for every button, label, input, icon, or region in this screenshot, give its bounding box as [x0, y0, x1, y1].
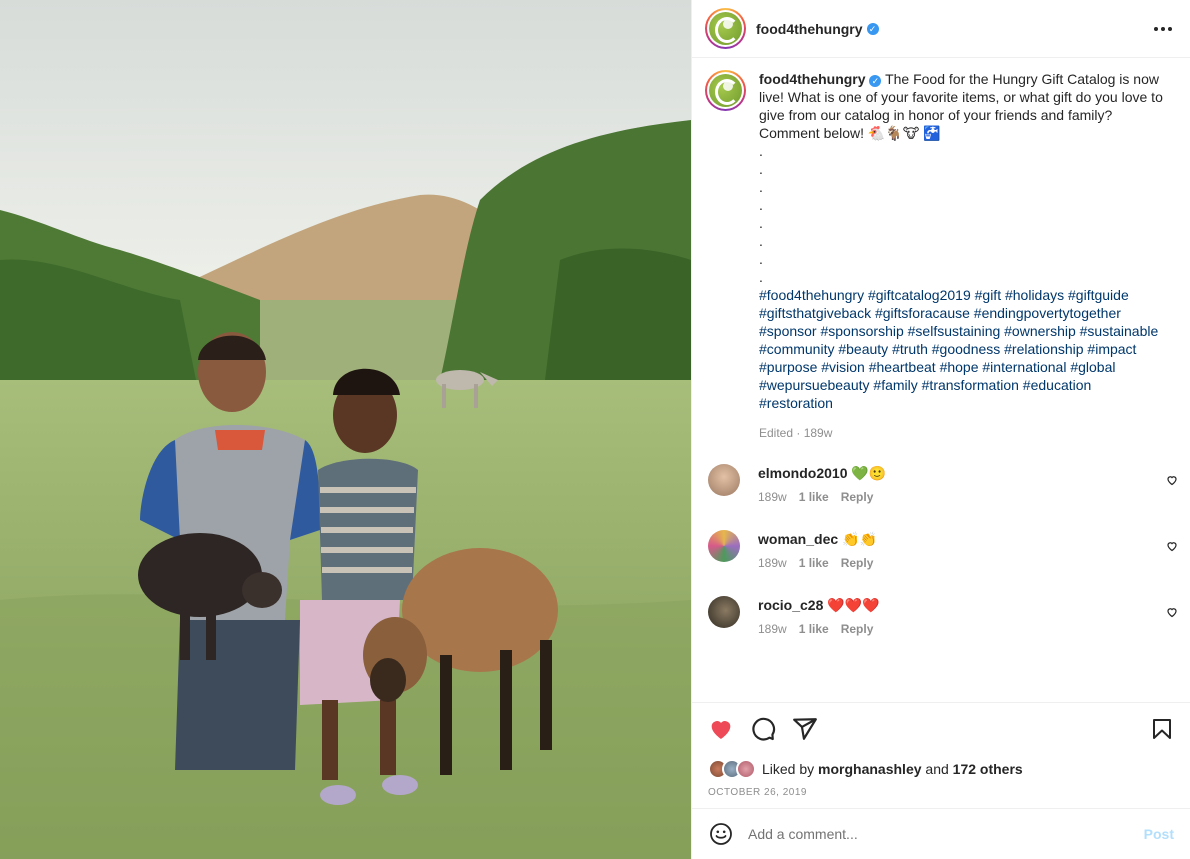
action-bar	[708, 715, 1174, 743]
caption-hashtags[interactable]: #food4thehungry #giftcatalog2019 #gift #…	[759, 286, 1169, 412]
comment-like-heart-icon[interactable]	[1166, 474, 1178, 486]
reply-button[interactable]: Reply	[841, 556, 874, 570]
comment-likes[interactable]: 1 like	[799, 622, 829, 636]
share-icon[interactable]	[792, 716, 818, 742]
comment-username[interactable]: woman_dec	[758, 531, 838, 547]
comment-likes[interactable]: 1 like	[799, 556, 829, 570]
verified-badge-icon: ✓	[869, 75, 882, 87]
commenter-avatar[interactable]	[708, 530, 740, 562]
comment-input[interactable]	[748, 826, 1144, 842]
comment-age: 189w	[758, 490, 787, 504]
liker-avatars	[708, 759, 756, 779]
profile-avatar[interactable]	[705, 8, 746, 49]
post-photo[interactable]	[0, 0, 691, 859]
heart-filled-icon[interactable]	[708, 716, 734, 742]
bookmark-icon[interactable]	[1150, 717, 1174, 741]
commenter-avatar[interactable]	[708, 464, 740, 496]
caption-dots: . . . . . . . .	[759, 143, 763, 285]
post-comment-button[interactable]: Post	[1144, 826, 1174, 842]
caption-meta: Edited · 189w	[759, 426, 833, 440]
liked-by-prefix: Liked by	[762, 761, 815, 777]
instagram-post-view: food4thehungry ✓ food4thehungry ✓ The Fo…	[0, 0, 1190, 859]
reply-button[interactable]: Reply	[841, 490, 874, 504]
comment-age: 189w	[758, 556, 787, 570]
comment-likes[interactable]: 1 like	[799, 490, 829, 504]
comment-list: elmondo2010 💚🙂 189w 1 like Reply woman_d…	[705, 464, 1177, 662]
food4thehungry-logo	[709, 12, 742, 45]
add-comment-bar: Post	[692, 808, 1190, 859]
comment-text: ❤️❤️❤️	[827, 597, 880, 613]
post-photo-illustration	[0, 0, 691, 859]
comment-item: woman_dec 👏👏 189w 1 like Reply	[705, 530, 1177, 596]
comment-text: 👏👏	[842, 531, 877, 547]
post-side-panel: food4thehungry ✓ food4thehungry ✓ The Fo…	[691, 0, 1190, 859]
reply-button[interactable]: Reply	[841, 622, 874, 636]
comment-username[interactable]: rocio_c28	[758, 597, 823, 613]
food4thehungry-logo	[709, 74, 742, 107]
comment-item: rocio_c28 ❤️❤️❤️ 189w 1 like Reply	[705, 596, 1177, 662]
header-username-row[interactable]: food4thehungry ✓	[756, 21, 879, 37]
comment-username[interactable]: elmondo2010	[758, 465, 847, 481]
comment-item: elmondo2010 💚🙂 189w 1 like Reply	[705, 464, 1177, 530]
caption-avatar[interactable]	[705, 70, 746, 111]
caption-body: food4thehungry ✓ The Food for the Hungry…	[759, 70, 1169, 442]
comment-like-heart-icon[interactable]	[1166, 606, 1178, 618]
post-header: food4thehungry ✓	[692, 0, 1190, 58]
liked-by-and: and	[925, 761, 949, 777]
header-username[interactable]: food4thehungry	[756, 21, 863, 37]
comment-age: 189w	[758, 622, 787, 636]
comment-icon[interactable]	[750, 716, 776, 742]
more-options-icon[interactable]	[1152, 21, 1174, 37]
comment-like-heart-icon[interactable]	[1166, 540, 1178, 552]
comment-text: 💚🙂	[851, 465, 887, 481]
caption-username[interactable]: food4thehungry	[759, 71, 866, 87]
commenter-avatar[interactable]	[708, 596, 740, 628]
caption: food4thehungry ✓ The Food for the Hungry…	[705, 70, 1174, 442]
liked-by-others[interactable]: 172 others	[953, 761, 1023, 777]
post-actions: Liked by morghanashley and 172 others OC…	[692, 702, 1190, 808]
liked-by-user[interactable]: morghanashley	[818, 761, 921, 777]
liker-avatar	[736, 759, 756, 779]
verified-badge-icon: ✓	[866, 22, 879, 35]
likes-summary[interactable]: Liked by morghanashley and 172 others	[708, 759, 1174, 779]
post-date[interactable]: OCTOBER 26, 2019	[708, 787, 1174, 798]
comments-scroll-area[interactable]: food4thehungry ✓ The Food for the Hungry…	[692, 58, 1190, 702]
smiley-icon[interactable]	[709, 822, 733, 846]
